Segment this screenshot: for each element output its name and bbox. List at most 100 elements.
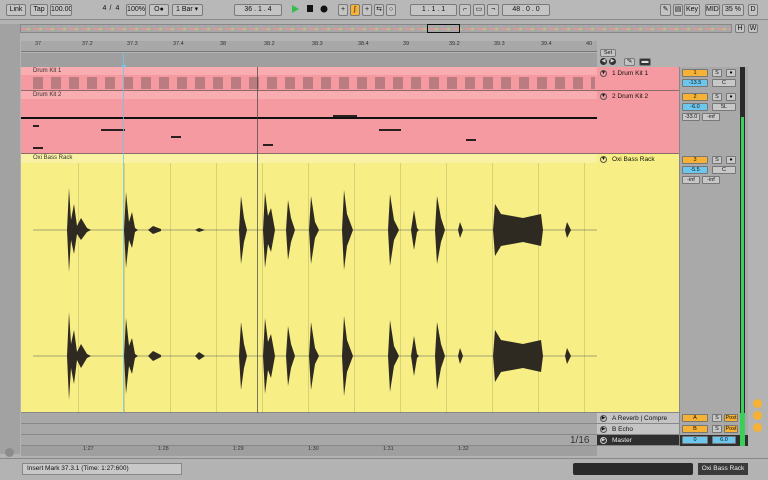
link-button[interactable]: Link	[6, 4, 26, 16]
draw-mode-button[interactable]: ✎	[660, 4, 671, 16]
orange-toggle-icon[interactable]	[753, 423, 762, 432]
time-ruler[interactable]: 1:27 1:28 1:29 1:30 1:31 1:32	[21, 446, 597, 456]
overdub-button[interactable]: +	[338, 4, 348, 16]
solo-button[interactable]: S	[712, 69, 722, 77]
signature-den[interactable]: 4	[113, 4, 122, 16]
fold-icon[interactable]: ▶	[600, 437, 607, 444]
fold-icon[interactable]: ▼	[600, 70, 607, 77]
post-button[interactable]: Post	[724, 425, 738, 433]
capture-button[interactable]: ○	[386, 4, 396, 16]
prev-locator-icon[interactable]: ◀	[600, 58, 607, 65]
send-b-field[interactable]: -inf	[702, 176, 720, 184]
arm-button[interactable]: ●	[726, 93, 736, 101]
track-activator[interactable]: A	[682, 414, 708, 422]
track-name[interactable]: Master	[612, 437, 632, 444]
pencil-icon[interactable]: ✎	[624, 58, 635, 66]
fold-icon[interactable]: ▼	[600, 93, 607, 100]
solo-button[interactable]: S	[712, 425, 722, 433]
pos-bar: 36	[244, 6, 253, 13]
audio-waveform	[33, 188, 597, 400]
grid-fraction-label[interactable]: 1/16	[570, 435, 589, 446]
track-activator[interactable]: 1	[682, 69, 708, 77]
return-a-lane[interactable]	[21, 413, 597, 424]
fold-icon[interactable]: ▼	[600, 156, 607, 163]
solo-button[interactable]: S	[712, 93, 722, 101]
track-name[interactable]: 2 Drum Kit 2	[612, 93, 648, 100]
solo-button[interactable]: S	[712, 414, 722, 422]
volume-field[interactable]: -6.0	[682, 103, 708, 111]
drum-kit-2-lane[interactable]: Drum Kit 2	[21, 91, 597, 154]
ruler-mark: 38.4	[358, 41, 369, 47]
time-mark: 1:27	[83, 446, 94, 452]
automation-arm-button[interactable]: ∫	[350, 4, 360, 16]
track-activator[interactable]: 2	[682, 93, 708, 101]
d-indicator: D	[748, 4, 758, 16]
punch-out-button[interactable]: ¬	[487, 4, 499, 16]
beat-time-ruler[interactable]: 37 37.2 37.3 37.4 38 38.2 38.3 38.4 39 3…	[21, 41, 597, 52]
pan-field[interactable]: 5L	[712, 103, 736, 111]
track-activator[interactable]: 3	[682, 156, 708, 164]
drum-kit-1-lane[interactable]: Drum Kit 1	[21, 67, 597, 91]
pan-field[interactable]: C	[712, 166, 736, 174]
reenable-button[interactable]: ⇆	[374, 4, 384, 16]
meter-display	[75, 4, 95, 16]
pan-field[interactable]: C	[712, 79, 736, 87]
ruler-mark: 39.2	[449, 41, 460, 47]
post-button[interactable]: Post	[724, 414, 738, 422]
send-a-field[interactable]: -inf	[682, 176, 700, 184]
tap-button[interactable]: Tap	[30, 4, 48, 16]
key-button[interactable]: Key	[684, 4, 700, 16]
zoom-field[interactable]: 100%	[126, 4, 146, 16]
volume-field[interactable]: -13.5	[682, 79, 708, 87]
stop-button[interactable]	[305, 4, 315, 16]
ruler-mark: 37.2	[82, 41, 93, 47]
overview-h-button[interactable]: H	[735, 24, 745, 33]
oxi-bass-rack-lane[interactable]: Oxi Bass Rack	[21, 154, 597, 413]
midi-button[interactable]: MIDI	[705, 4, 720, 16]
track-name[interactable]: A Reverb | Compre	[612, 415, 667, 422]
return-b-lane[interactable]	[21, 424, 597, 435]
clip-title: Drum Kit 1	[33, 68, 62, 74]
arm-button[interactable]: ●	[726, 69, 736, 77]
send-a-field[interactable]: -33.0	[682, 113, 700, 121]
orange-toggle-icon[interactable]	[753, 411, 762, 420]
track-name[interactable]: B Echo	[612, 426, 633, 433]
loop-length-field[interactable]: 48 . 0 . 0	[502, 4, 550, 16]
master-lane[interactable]	[21, 435, 597, 446]
record-button[interactable]	[319, 4, 329, 16]
loop-brace[interactable]	[21, 53, 597, 68]
volume-field[interactable]: -5.5	[682, 166, 708, 174]
loop-start-field[interactable]: 1 . 1 . 1	[410, 4, 457, 16]
right-scrollbar[interactable]	[740, 67, 745, 413]
metronome-button[interactable]: O●	[149, 4, 169, 16]
track-name[interactable]: 1 Drum Kit 1	[612, 70, 648, 77]
play-button[interactable]	[289, 4, 301, 16]
set-locator-button[interactable]: Set	[600, 49, 616, 57]
send-b-field[interactable]: -inf	[702, 113, 720, 121]
pan-field[interactable]: 6.0	[712, 436, 736, 444]
arrangement-position[interactable]: 36 . 1 . 4	[234, 4, 282, 16]
overview-viewport[interactable]	[427, 24, 460, 33]
key-map-button[interactable]: ▤	[673, 4, 683, 16]
solo-button[interactable]: S	[712, 156, 722, 164]
overview-w-button[interactable]: W	[748, 24, 758, 33]
orange-toggle-icon[interactable]	[753, 399, 762, 408]
right-edge-panel	[748, 67, 768, 447]
time-mark: 1:32	[458, 446, 469, 452]
track-name[interactable]: Oxi Bass Rack	[612, 156, 655, 163]
tempo-field[interactable]: 100.00	[50, 4, 72, 16]
midi-notes-strip	[33, 77, 595, 89]
quantize-menu[interactable]: 1 Bar ▾	[172, 4, 203, 16]
loop-button[interactable]: ▭	[473, 4, 485, 16]
arrangement-overview[interactable]	[20, 24, 732, 33]
add-button[interactable]: +	[362, 4, 372, 16]
fold-icon[interactable]: ▶	[600, 426, 607, 433]
punch-in-button[interactable]: ⌐	[459, 4, 471, 16]
clip-view-icon[interactable]: ▬	[639, 58, 651, 66]
next-locator-icon[interactable]: ▶	[609, 58, 616, 65]
fold-icon[interactable]: ▶	[600, 415, 607, 422]
volume-field[interactable]: 0	[682, 436, 708, 444]
track-activator[interactable]: B	[682, 425, 708, 433]
left-scroll-gutter[interactable]	[0, 24, 20, 457]
arm-button[interactable]: ●	[726, 156, 736, 164]
